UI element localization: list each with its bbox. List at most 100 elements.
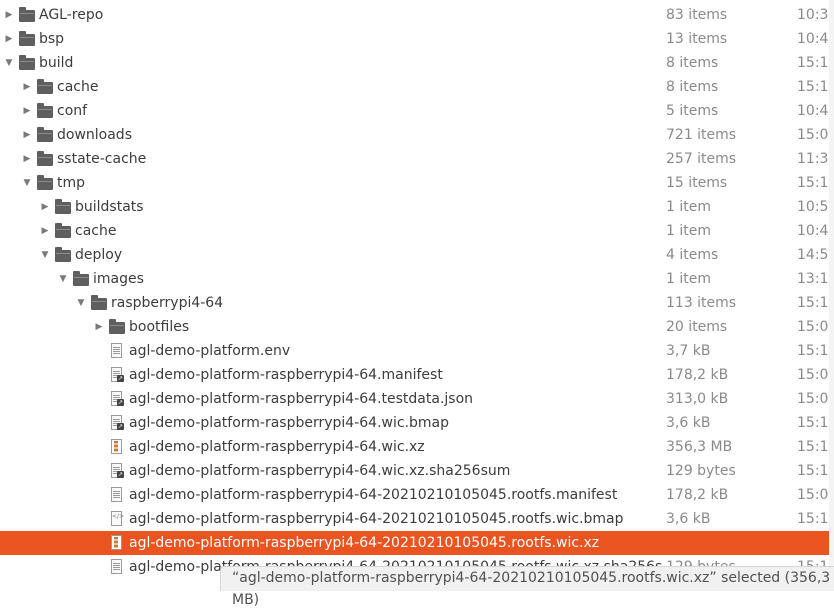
folder-icon xyxy=(37,151,53,167)
item-size: 83 items xyxy=(666,7,728,23)
item-name: bsp xyxy=(39,31,65,47)
item-name: agl-demo-platform-raspberrypi4-64-202102… xyxy=(129,487,618,503)
item-name: agl-demo-platform-raspberrypi4-64-202102… xyxy=(129,511,624,527)
item-name: agl-demo-platform-raspberrypi4-64.wic.xz… xyxy=(129,463,511,479)
expand-arrow-icon[interactable]: ▶ xyxy=(22,75,32,99)
linked-file-icon: ↗ xyxy=(109,367,125,383)
item-size: 113 items xyxy=(666,295,737,311)
expand-arrow-icon[interactable]: ▶ xyxy=(40,219,50,243)
file-row[interactable]: agl-demo-platform.env 3,7 kB 15:10 xyxy=(0,339,834,363)
text-file-icon xyxy=(109,559,125,575)
collapse-arrow-icon[interactable]: ▼ xyxy=(22,171,32,195)
expand-arrow-icon[interactable]: ▶ xyxy=(4,3,14,27)
expand-arrow-icon[interactable]: ▶ xyxy=(22,99,32,123)
item-name: agl-demo-platform-raspberrypi4-64.wic.bm… xyxy=(129,415,450,431)
folder-icon xyxy=(37,79,53,95)
item-size: 3,6 kB xyxy=(666,511,711,527)
item-name: agl-demo-platform-raspberrypi4-64.manife… xyxy=(129,367,443,383)
folder-icon xyxy=(55,199,71,215)
item-size: 8 items xyxy=(666,79,719,95)
item-name: agl-demo-platform.env xyxy=(129,343,291,359)
folder-row[interactable]: ▼ images 1 item 13:15 xyxy=(0,267,834,291)
item-name: agl-demo-platform-raspberrypi4-64-202102… xyxy=(129,535,600,551)
file-row[interactable]: ↗ agl-demo-platform-raspberrypi4-64.manif… xyxy=(0,363,834,387)
item-size: 1 item xyxy=(666,271,711,287)
folder-row[interactable]: ▶ cache 8 items 15:14 xyxy=(0,75,834,99)
folder-row[interactable]: ▶ downloads 721 items 15:04 xyxy=(0,123,834,147)
folder-row[interactable]: ▶ buildstats 1 item 10:50 xyxy=(0,195,834,219)
item-size: 20 items xyxy=(666,319,728,335)
expand-arrow-icon[interactable]: ▶ xyxy=(22,147,32,171)
folder-row[interactable]: ▼ raspberrypi4-64 113 items 15:14 xyxy=(0,291,834,315)
collapse-arrow-icon[interactable]: ▼ xyxy=(4,51,14,75)
item-size: 3,6 kB xyxy=(666,415,711,431)
item-name: bootfiles xyxy=(129,319,190,335)
folder-row[interactable]: ▶ sstate-cache 257 items 11:35 xyxy=(0,147,834,171)
item-size: 178,2 kB xyxy=(666,487,729,503)
file-tree: ▶ AGL-repo 83 items 10:39 ▶ bsp 13 items 10:47 ▼… xyxy=(0,3,834,579)
text-file-icon xyxy=(109,487,125,503)
item-size: 8 items xyxy=(666,55,719,71)
folder-row[interactable]: ▼ build 8 items 15:14 xyxy=(0,51,834,75)
item-name: agl-demo-platform-raspberrypi4-64.wic.xz xyxy=(129,439,425,455)
item-size: 129 bytes xyxy=(666,463,736,479)
item-name: images xyxy=(93,271,144,287)
file-row[interactable]: ↗ agl-demo-platform-raspberrypi4-64.wic.x… xyxy=(0,459,834,483)
folder-icon xyxy=(73,271,89,287)
item-name: downloads xyxy=(57,127,132,143)
text-file-icon xyxy=(109,343,125,359)
item-size: 15 items xyxy=(666,175,728,191)
folder-row[interactable]: ▶ conf 5 items 10:48 xyxy=(0,99,834,123)
folder-icon xyxy=(19,31,35,47)
item-size: 356,3 MB xyxy=(666,439,733,455)
folder-row[interactable]: ▶ bootfiles 20 items 15:04 xyxy=(0,315,834,339)
file-row[interactable]: agl-demo-platform-raspberrypi4-64.wic.xz… xyxy=(0,435,834,459)
folder-row[interactable]: ▶ cache 1 item 10:48 xyxy=(0,219,834,243)
expand-arrow-icon[interactable]: ▶ xyxy=(4,27,14,51)
item-name: conf xyxy=(57,103,88,119)
file-row[interactable]: ↗ agl-demo-platform-raspberrypi4-64.testd… xyxy=(0,387,834,411)
selection-status-bar: “agl-demo-platform-raspberrypi4-64-20210… xyxy=(220,566,834,608)
file-row[interactable]: agl-demo-platform-raspberrypi4-64-202102… xyxy=(0,483,834,507)
item-size: 257 items xyxy=(666,151,737,167)
item-size: 721 items xyxy=(666,127,737,143)
item-name: cache xyxy=(75,223,117,239)
collapse-arrow-icon[interactable]: ▼ xyxy=(40,243,50,267)
selection-status-text: “agl-demo-platform-raspberrypi4-64-20210… xyxy=(232,570,831,608)
linked-file-icon: ↗ xyxy=(109,463,125,479)
file-row[interactable]: </> agl-demo-platform-raspberrypi4-64-202… xyxy=(0,507,834,531)
folder-row[interactable]: ▶ AGL-repo 83 items 10:39 xyxy=(0,3,834,27)
expand-arrow-icon[interactable]: ▶ xyxy=(40,195,50,219)
folder-icon xyxy=(19,55,35,71)
linked-file-icon: ↗ xyxy=(109,415,125,431)
item-name: raspberrypi4-64 xyxy=(111,295,224,311)
item-size: 4 items xyxy=(666,247,719,263)
folder-icon xyxy=(109,319,125,335)
code-file-icon: </> xyxy=(109,511,125,527)
item-size: 313,0 kB xyxy=(666,391,729,407)
archive-file-icon xyxy=(109,439,125,455)
file-row[interactable]: ↗ agl-demo-platform-raspberrypi4-64.wic.b… xyxy=(0,411,834,435)
item-name: AGL-repo xyxy=(39,7,104,23)
item-size: 1 item xyxy=(666,223,711,239)
linked-file-icon: ↗ xyxy=(109,391,125,407)
vertical-scrollbar[interactable] xyxy=(829,0,834,591)
folder-row[interactable]: ▼ deploy 4 items 14:54 xyxy=(0,243,834,267)
folder-icon xyxy=(37,175,53,191)
folder-icon xyxy=(55,247,71,263)
item-size: 13 items xyxy=(666,31,728,47)
item-size: 5 items xyxy=(666,103,719,119)
collapse-arrow-icon[interactable]: ▼ xyxy=(58,267,68,291)
archive-file-icon xyxy=(109,535,125,551)
folder-icon xyxy=(37,103,53,119)
item-name: cache xyxy=(57,79,99,95)
folder-icon xyxy=(91,295,107,311)
expand-arrow-icon[interactable]: ▶ xyxy=(94,315,104,339)
folder-icon xyxy=(19,7,35,23)
expand-arrow-icon[interactable]: ▶ xyxy=(22,123,32,147)
item-name: tmp xyxy=(57,175,86,191)
file-row[interactable]: agl-demo-platform-raspberrypi4-64-202102… xyxy=(0,531,834,555)
folder-row[interactable]: ▶ bsp 13 items 10:47 xyxy=(0,27,834,51)
collapse-arrow-icon[interactable]: ▼ xyxy=(76,291,86,315)
folder-row[interactable]: ▼ tmp 15 items 15:10 xyxy=(0,171,834,195)
